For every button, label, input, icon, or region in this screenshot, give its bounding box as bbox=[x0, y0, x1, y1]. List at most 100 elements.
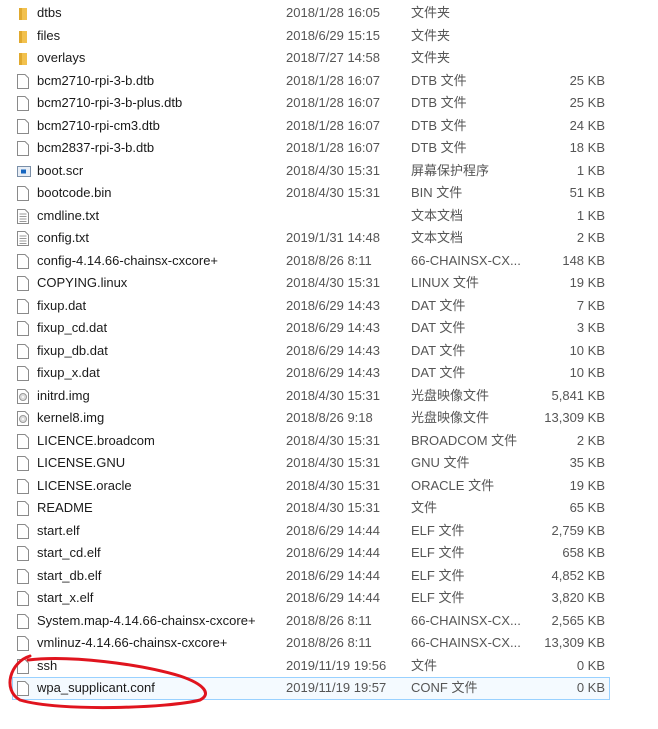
file-size: 3 KB bbox=[576, 320, 605, 335]
file-row[interactable]: start.elf 2018/6/29 14:44 ELF 文件 2,759 KB bbox=[0, 520, 658, 543]
file-row[interactable]: config.txt 2019/1/31 14:48 文本文档 2 KB bbox=[0, 227, 658, 250]
file-row[interactable]: start_cd.elf 2018/6/29 14:44 ELF 文件 658 KB bbox=[0, 542, 658, 565]
file-size: 658 KB bbox=[562, 545, 605, 560]
file-row[interactable]: LICENCE.broadcom 2018/4/30 15:31 BROADCOM … bbox=[0, 430, 658, 453]
file-date-modified: 2018/6/29 14:43 bbox=[286, 342, 380, 358]
file-icon bbox=[17, 658, 29, 674]
file-name: wpa_supplicant.conf bbox=[37, 680, 155, 695]
file-row[interactable]: files 2018/6/29 15:15 文件夹 bbox=[0, 25, 658, 48]
file-row[interactable]: fixup.dat 2018/6/29 14:43 DAT 文件 7 KB bbox=[0, 295, 658, 318]
file-icon bbox=[17, 636, 29, 651]
file-icon bbox=[17, 478, 29, 494]
file-date-modified: 2018/6/29 14:44 bbox=[286, 590, 380, 605]
file-type: ELF 文件 bbox=[411, 522, 465, 538]
file-type: 文件夹 bbox=[411, 5, 451, 20]
file-row[interactable]: cmdline.txt 文本文档 1 KB bbox=[0, 205, 658, 228]
file-date-modified: 2018/6/29 14:44 bbox=[286, 522, 380, 538]
file-name: boot.scr bbox=[37, 162, 84, 178]
file-name: System.map-4.14.66-chainsx-cxcore+ bbox=[37, 612, 256, 628]
file-date-modified: 2018/4/30 15:31 bbox=[286, 162, 380, 178]
file-type: 屏幕保护程序 bbox=[411, 162, 490, 178]
file-row[interactable]: dtbs 2018/1/28 16:05 文件夹 bbox=[0, 2, 658, 25]
screensaver-icon bbox=[17, 164, 31, 179]
file-name: start.elf bbox=[37, 522, 80, 538]
file-type: DAT 文件 bbox=[411, 342, 466, 358]
file-row[interactable]: start_db.elf 2018/6/29 14:44 ELF 文件 4,852 K… bbox=[0, 565, 658, 588]
file-icon bbox=[17, 523, 29, 539]
file-date-modified: 2018/6/29 14:43 bbox=[286, 365, 380, 380]
file-type: DTB 文件 bbox=[411, 95, 467, 110]
file-name: bcm2837-rpi-3-b.dtb bbox=[37, 140, 155, 155]
file-type: GNU 文件 bbox=[411, 455, 470, 470]
file-size: 1 KB bbox=[576, 162, 605, 178]
file-row[interactable]: fixup_cd.dat 2018/6/29 14:43 DAT 文件 3 KB bbox=[0, 317, 658, 340]
file-type: 66-CHAINSX-CX... bbox=[411, 252, 521, 268]
file-name: start_x.elf bbox=[37, 590, 94, 605]
file-date-modified: 2018/4/30 15:31 bbox=[286, 500, 380, 515]
file-name: overlays bbox=[37, 50, 86, 65]
file-type: 文件夹 bbox=[411, 50, 451, 65]
file-icon bbox=[17, 321, 29, 336]
file-row[interactable]: bcm2710-rpi-3-b.dtb 2018/1/28 16:07 DTB 文件… bbox=[0, 70, 658, 93]
file-icon bbox=[17, 276, 29, 291]
file-row[interactable]: ssh 2019/11/19 19:56 文件 0 KB bbox=[0, 655, 658, 678]
file-type: 文件夹 bbox=[411, 27, 451, 43]
file-type: ELF 文件 bbox=[411, 590, 465, 605]
file-row[interactable]: start_x.elf 2018/6/29 14:44 ELF 文件 3,820 KB bbox=[0, 587, 658, 610]
file-icon bbox=[17, 186, 29, 201]
file-row[interactable]: System.map-4.14.66-chainsx-cxcore+ 2018/8… bbox=[0, 610, 658, 633]
file-row[interactable]: config-4.14.66-chainsx-cxcore+ 2018/8/26 … bbox=[0, 250, 658, 273]
file-type: 光盘映像文件 bbox=[411, 410, 490, 425]
file-icon bbox=[17, 433, 29, 449]
file-row[interactable]: bcm2710-rpi-3-b-plus.dtb 2018/1/28 16:07 D… bbox=[0, 92, 658, 115]
file-size: 5,841 KB bbox=[551, 387, 606, 403]
file-icon bbox=[17, 568, 29, 584]
file-row[interactable]: COPYING.linux 2018/4/30 15:31 LINUX 文件 19 K… bbox=[0, 272, 658, 295]
file-row[interactable]: initrd.img 2018/4/30 15:31 光盘映像文件 5,841 KB bbox=[0, 385, 658, 408]
file-size: 51 KB bbox=[569, 185, 605, 200]
file-size: 18 KB bbox=[569, 140, 605, 155]
file-list: dtbs 2018/1/28 16:05 文件夹 files 2018/6/29 15:… bbox=[0, 2, 658, 700]
file-row[interactable]: overlays 2018/7/27 14:58 文件夹 bbox=[0, 47, 658, 70]
file-size: 25 KB bbox=[569, 72, 605, 88]
file-row[interactable]: bcm2710-rpi-cm3.dtb 2018/1/28 16:07 DTB 文件… bbox=[0, 115, 658, 138]
file-icon bbox=[17, 591, 29, 606]
file-row[interactable]: boot.scr 2018/4/30 15:31 屏幕保护程序 1 KB bbox=[0, 160, 658, 183]
file-row[interactable]: README 2018/4/30 15:31 文件 65 KB bbox=[0, 497, 658, 520]
file-icon bbox=[17, 681, 29, 696]
file-name: start_cd.elf bbox=[37, 545, 101, 560]
file-size: 4,852 KB bbox=[551, 567, 606, 583]
file-row[interactable]: bootcode.bin 2018/4/30 15:31 BIN 文件 51 KB bbox=[0, 182, 658, 205]
file-date-modified: 2018/1/28 16:07 bbox=[286, 95, 380, 110]
file-row[interactable]: fixup_db.dat 2018/6/29 14:43 DAT 文件 10 KB bbox=[0, 340, 658, 363]
file-name: vmlinuz-4.14.66-chainsx-cxcore+ bbox=[37, 635, 228, 650]
file-icon bbox=[17, 253, 29, 269]
file-name: ssh bbox=[37, 657, 58, 673]
file-row[interactable]: kernel8.img 2018/8/26 9:18 光盘映像文件 13,309 KB bbox=[0, 407, 658, 430]
file-type: DTB 文件 bbox=[411, 140, 467, 155]
file-row[interactable]: wpa_supplicant.conf 2019/11/19 19:57 CONF … bbox=[0, 677, 658, 700]
file-name: fixup.dat bbox=[37, 297, 87, 313]
file-row[interactable]: vmlinuz-4.14.66-chainsx-cxcore+ 2018/8/26… bbox=[0, 632, 658, 655]
file-date-modified: 2018/4/30 15:31 bbox=[286, 455, 380, 470]
file-size: 19 KB bbox=[569, 477, 605, 493]
file-name: bcm2710-rpi-cm3.dtb bbox=[37, 117, 160, 133]
file-icon bbox=[17, 613, 29, 629]
file-name: config.txt bbox=[37, 230, 90, 245]
file-name: LICENSE.GNU bbox=[37, 455, 126, 470]
file-name: LICENCE.broadcom bbox=[37, 432, 155, 448]
file-icon bbox=[17, 456, 29, 471]
file-name: kernel8.img bbox=[37, 410, 105, 425]
file-row[interactable]: LICENSE.GNU 2018/4/30 15:31 GNU 文件 35 KB bbox=[0, 452, 658, 475]
file-size: 0 KB bbox=[576, 680, 605, 695]
file-date-modified: 2018/6/29 15:15 bbox=[286, 27, 380, 43]
file-name: fixup_db.dat bbox=[37, 342, 108, 358]
file-row[interactable]: bcm2837-rpi-3-b.dtb 2018/1/28 16:07 DTB 文件… bbox=[0, 137, 658, 160]
file-row[interactable]: fixup_x.dat 2018/6/29 14:43 DAT 文件 10 KB bbox=[0, 362, 658, 385]
file-size: 2,759 KB bbox=[551, 522, 606, 538]
file-row[interactable]: LICENSE.oracle 2018/4/30 15:31 ORACLE 文件 19… bbox=[0, 475, 658, 498]
file-size: 2 KB bbox=[576, 432, 605, 448]
file-size: 0 KB bbox=[576, 657, 605, 673]
folder-icon bbox=[17, 51, 29, 66]
file-size: 1 KB bbox=[576, 207, 605, 223]
